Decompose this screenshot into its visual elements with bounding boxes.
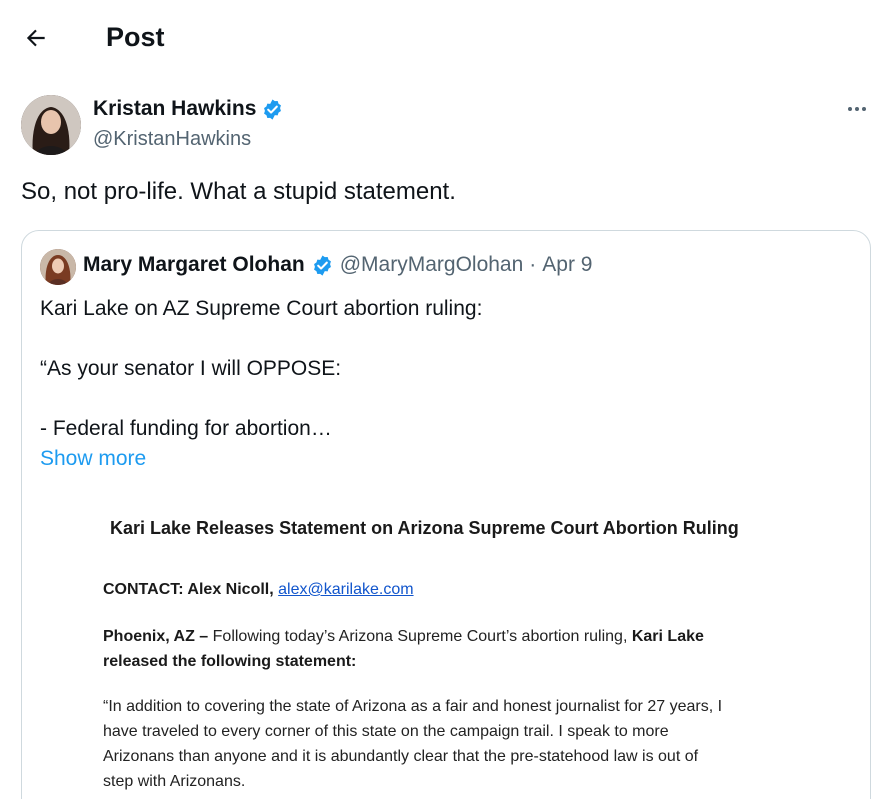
quoted-text-line: Kari Lake on AZ Supreme Court abortion r… (40, 297, 483, 320)
avatar[interactable] (21, 95, 81, 155)
avatar-image (21, 95, 81, 155)
top-bar: Post (0, 0, 888, 76)
back-button[interactable] (22, 24, 50, 52)
statement-quote-line: Arizonans than anyone and it is abundant… (103, 748, 699, 765)
quoted-post-header: Mary Margaret Olohan @MaryMargOlohan · A… (83, 253, 592, 277)
meta-separator: · (529, 253, 537, 276)
quoted-author-name[interactable]: Mary Margaret Olohan (83, 253, 305, 277)
arrow-left-icon (26, 29, 45, 47)
statement-intro: Phoenix, AZ – Following today’s Arizona … (103, 624, 803, 674)
quoted-text-line: “As your senator I will OPPOSE: (40, 357, 342, 380)
statement-contact: CONTACT: Alex Nicoll, alex@karilake.com (103, 581, 414, 599)
quoted-post-date[interactable]: Apr 9 (542, 253, 592, 277)
post-text: So, not pro-life. What a stupid statemen… (21, 178, 456, 205)
author-name[interactable]: Kristan Hawkins (93, 97, 256, 121)
statement-quote-line: step with Arizonans. (103, 773, 246, 790)
more-horizontal-icon (848, 107, 852, 111)
statement-image[interactable]: Kari Lake Releases Statement on Arizona … (22, 486, 870, 799)
intro-text: Following today’s Arizona Supreme Court’… (208, 628, 632, 645)
quoted-text-line: - Federal funding for abortion… (40, 417, 332, 440)
contact-email-link: alex@karilake.com (278, 581, 414, 598)
intro-name: Kari Lake (631, 628, 704, 645)
contact-label: CONTACT: Alex Nicoll, (103, 581, 274, 598)
statement-title: Kari Lake Releases Statement on Arizona … (110, 518, 739, 538)
statement-quote-line: have traveled to every corner of this st… (103, 723, 669, 740)
author-handle[interactable]: @KristanHawkins (93, 128, 251, 151)
author-name-row: Kristan Hawkins (93, 97, 284, 121)
more-options-button[interactable] (840, 96, 874, 122)
page-title: Post (106, 22, 165, 52)
quoted-author-handle[interactable]: @MaryMargOlohan (340, 253, 524, 277)
location-label: Phoenix, AZ – (103, 628, 209, 645)
quoted-post-text: Kari Lake on AZ Supreme Court abortion r… (40, 294, 840, 474)
statement-quote: “In addition to covering the state of Ar… (103, 694, 803, 794)
show-more-link[interactable]: Show more (40, 444, 840, 474)
quoted-author-avatar[interactable] (40, 249, 76, 285)
intro-line2: released the following statement: (103, 653, 357, 670)
verified-badge-icon (264, 98, 282, 120)
quoted-post-card[interactable]: Mary Margaret Olohan @MaryMargOlohan · A… (21, 230, 871, 799)
verified-badge-icon (313, 254, 331, 276)
quoted-avatar-image (40, 249, 76, 285)
statement-quote-line: “In addition to covering the state of Ar… (103, 698, 723, 715)
